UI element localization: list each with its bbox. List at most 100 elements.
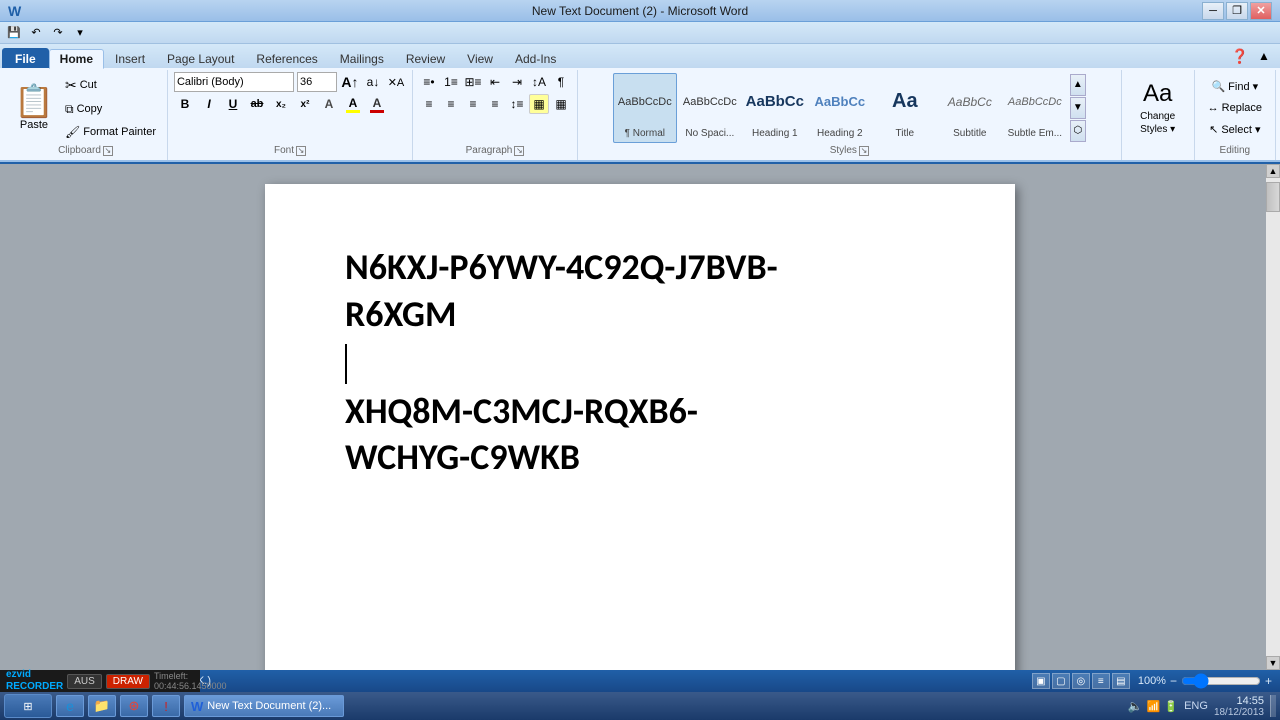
restore-button[interactable]: ❐ bbox=[1226, 2, 1248, 20]
help-button[interactable]: ❓ bbox=[1230, 46, 1250, 66]
zoom-out-icon[interactable]: − bbox=[1170, 674, 1177, 688]
styles-scroll-down[interactable]: ▼ bbox=[1070, 97, 1086, 119]
style-preview-heading1: AaBbCc bbox=[746, 76, 804, 128]
style-preview-subtitle: AaBbCc bbox=[941, 76, 999, 128]
start-button[interactable]: ⊞ bbox=[4, 694, 52, 718]
ribbon-group-styles: AaBbCcDc ¶ Normal AaBbCcDc No Spaci... A… bbox=[578, 70, 1122, 160]
minimize-button[interactable]: ─ bbox=[1202, 2, 1224, 20]
style-label-subtitle: Subtitle bbox=[953, 128, 986, 140]
zoom-slider[interactable] bbox=[1181, 675, 1261, 687]
format-painter-button[interactable]: 🖌 Format Painter bbox=[60, 122, 161, 142]
ezvid-draw-button[interactable]: DRAW bbox=[106, 674, 150, 689]
font-shrink-button[interactable]: a↓ bbox=[363, 72, 383, 92]
undo-qat-button[interactable]: ↶ bbox=[26, 24, 46, 42]
text-effects-button[interactable]: A bbox=[318, 94, 340, 114]
taskbar-item-chrome[interactable]: ⊕ bbox=[120, 695, 148, 717]
paragraph-expand-icon[interactable]: ↘ bbox=[514, 146, 524, 156]
save-qat-button[interactable]: 💾 bbox=[4, 24, 24, 42]
font-color-button[interactable]: A bbox=[366, 94, 388, 114]
web-layout-button[interactable]: ◎ bbox=[1072, 673, 1090, 689]
show-desktop-button[interactable] bbox=[1270, 695, 1276, 717]
tab-review[interactable]: Review bbox=[395, 48, 456, 68]
tab-insert[interactable]: Insert bbox=[104, 48, 156, 68]
scroll-thumb[interactable] bbox=[1266, 182, 1280, 212]
shading-button[interactable]: ▦ bbox=[529, 94, 549, 114]
strikethrough-button[interactable]: ab bbox=[246, 94, 268, 114]
taskbar-item-word-active[interactable]: W New Text Document (2)... bbox=[184, 695, 344, 717]
draft-view-button[interactable]: ▤ bbox=[1112, 673, 1130, 689]
print-layout-button[interactable]: ▣ bbox=[1032, 673, 1050, 689]
style-item-subtitle[interactable]: AaBbCc Subtitle bbox=[938, 73, 1002, 143]
styles-expand-icon[interactable]: ↘ bbox=[859, 146, 869, 156]
cut-button[interactable]: ✂ Cut bbox=[60, 74, 161, 97]
decrease-indent-button[interactable]: ⇤ bbox=[485, 72, 505, 92]
align-left-button[interactable]: ≡ bbox=[419, 94, 439, 114]
bold-button[interactable]: B bbox=[174, 94, 196, 114]
align-center-button[interactable]: ≡ bbox=[441, 94, 461, 114]
style-item-no-spacing[interactable]: AaBbCcDc No Spaci... bbox=[678, 73, 742, 143]
scroll-up-arrow[interactable]: ▲ bbox=[1266, 164, 1280, 178]
full-screen-button[interactable]: ▢ bbox=[1052, 673, 1070, 689]
redo-qat-button[interactable]: ↷ bbox=[48, 24, 68, 42]
superscript-button[interactable]: x² bbox=[294, 94, 316, 114]
style-preview-subtle-em: AaBbCcDc bbox=[1006, 76, 1064, 128]
style-item-title[interactable]: Aa Title bbox=[873, 73, 937, 143]
font-size-input[interactable] bbox=[297, 72, 337, 92]
taskbar-item-explorer[interactable]: 📁 bbox=[88, 695, 116, 717]
ribbon-minimize-button[interactable]: ▲ bbox=[1254, 46, 1274, 66]
title-bar-left: W bbox=[8, 3, 21, 19]
sort-button[interactable]: ↕A bbox=[529, 72, 549, 92]
style-item-normal[interactable]: AaBbCcDc ¶ Normal bbox=[613, 73, 677, 143]
numbering-button[interactable]: 1≡ bbox=[441, 72, 461, 92]
style-item-heading2[interactable]: AaBbCc Heading 2 bbox=[808, 73, 872, 143]
taskbar-item-ie[interactable]: e bbox=[56, 695, 84, 717]
paste-button[interactable]: 📋 Paste bbox=[10, 72, 58, 143]
tab-add-ins[interactable]: Add-Ins bbox=[504, 48, 567, 68]
style-preview-heading2: AaBbCc bbox=[811, 76, 869, 128]
highlight-color-button[interactable]: A bbox=[342, 94, 364, 114]
document-content[interactable]: N6KXJ-P6YWY-4C92Q-J7BVB- R6XGM XHQ8M-C3M… bbox=[345, 244, 935, 481]
clipboard-small-buttons: ✂ Cut ⧉ Copy 🖌 Format Painter bbox=[60, 72, 161, 143]
style-item-heading1[interactable]: AaBbCc Heading 1 bbox=[743, 73, 807, 143]
italic-button[interactable]: I bbox=[198, 94, 220, 114]
word-taskbar-label: New Text Document (2)... bbox=[207, 700, 331, 712]
tab-mailings[interactable]: Mailings bbox=[329, 48, 395, 68]
font-name-input[interactable] bbox=[174, 72, 294, 92]
find-button[interactable]: 🔍 Find ▾ bbox=[1204, 77, 1265, 96]
tab-references[interactable]: References bbox=[245, 48, 328, 68]
line-spacing-button[interactable]: ↕≡ bbox=[507, 94, 527, 114]
close-button[interactable]: ✕ bbox=[1250, 2, 1272, 20]
bullets-button[interactable]: ≡• bbox=[419, 72, 439, 92]
tab-home[interactable]: Home bbox=[49, 49, 104, 69]
font-expand-icon[interactable]: ↘ bbox=[296, 146, 306, 156]
style-item-subtle-em[interactable]: AaBbCcDc Subtle Em... bbox=[1003, 73, 1067, 143]
show-marks-button[interactable]: ¶ bbox=[551, 72, 571, 92]
zoom-in-icon[interactable]: + bbox=[1265, 674, 1272, 688]
replace-button[interactable]: ↔ Replace bbox=[1201, 99, 1269, 117]
select-button[interactable]: ↖ Select ▾ bbox=[1202, 120, 1267, 139]
increase-indent-button[interactable]: ⇥ bbox=[507, 72, 527, 92]
tab-file[interactable]: File bbox=[2, 48, 49, 68]
ezvid-aus-button[interactable]: AUS bbox=[67, 674, 102, 689]
align-right-button[interactable]: ≡ bbox=[463, 94, 483, 114]
styles-scroll-more[interactable]: ⬡ bbox=[1070, 120, 1086, 142]
outline-view-button[interactable]: ≡ bbox=[1092, 673, 1110, 689]
copy-button[interactable]: ⧉ Copy bbox=[60, 99, 161, 120]
subscript-button[interactable]: x₂ bbox=[270, 94, 292, 114]
font-grow-button[interactable]: A↑ bbox=[340, 72, 360, 92]
clear-formatting-button[interactable]: ✕A bbox=[386, 72, 406, 92]
justify-button[interactable]: ≡ bbox=[485, 94, 505, 114]
tab-view[interactable]: View bbox=[456, 48, 504, 68]
tab-page-layout[interactable]: Page Layout bbox=[156, 48, 245, 68]
clipboard-expand-icon[interactable]: ↘ bbox=[103, 146, 113, 156]
change-styles-button[interactable]: Aа ChangeStyles ▾ bbox=[1128, 73, 1188, 143]
borders-button[interactable]: ▦ bbox=[551, 94, 571, 114]
customize-qat-button[interactable]: ▾ bbox=[70, 24, 90, 42]
underline-button[interactable]: U bbox=[222, 94, 244, 114]
styles-scroll-up[interactable]: ▲ bbox=[1070, 74, 1086, 96]
style-preview-title: Aa bbox=[876, 76, 934, 128]
taskbar-item-task[interactable]: ! bbox=[152, 695, 180, 717]
find-icon: 🔍 bbox=[1211, 80, 1225, 93]
scroll-down-arrow[interactable]: ▼ bbox=[1266, 656, 1280, 670]
multilevel-list-button[interactable]: ⊞≡ bbox=[463, 72, 483, 92]
